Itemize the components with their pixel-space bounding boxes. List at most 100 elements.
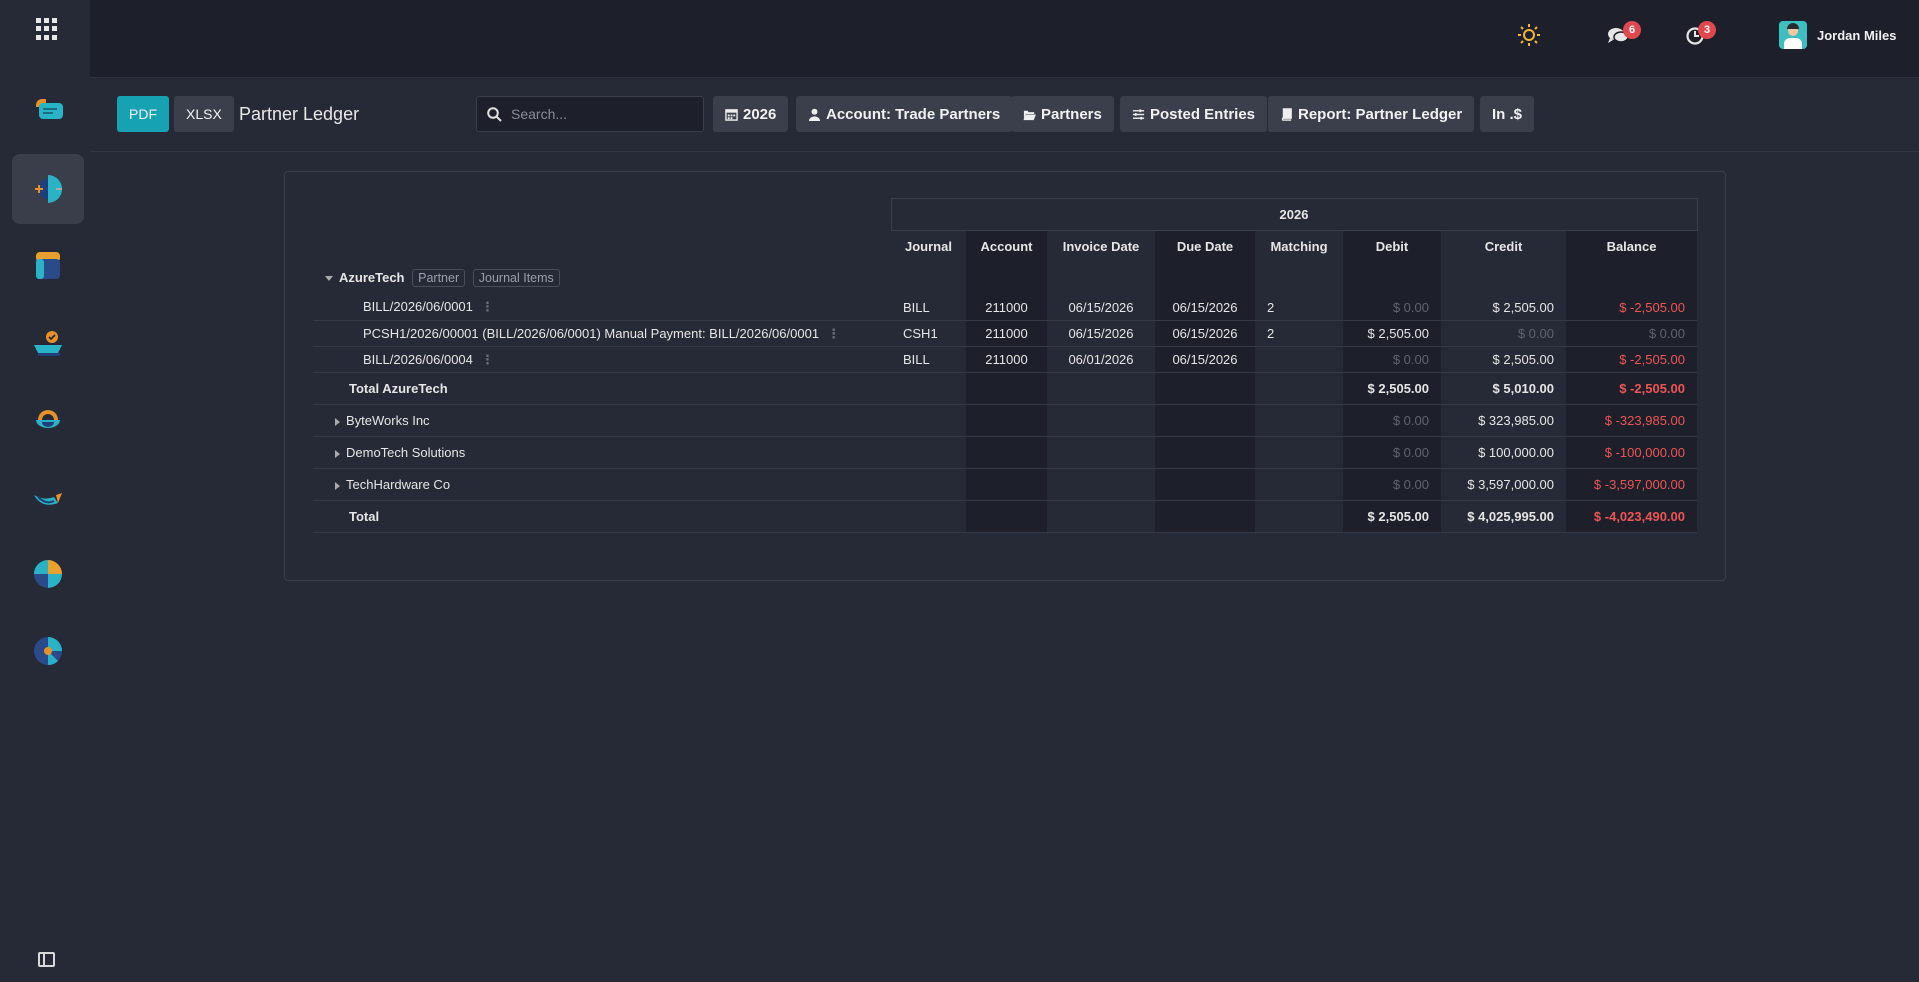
- line-debit: $ 0.00: [1343, 294, 1441, 321]
- line-due-date: 06/15/2026: [1155, 294, 1255, 321]
- user-menu[interactable]: Jordan Miles: [1779, 21, 1896, 49]
- line-options-icon[interactable]: ⋮: [481, 352, 494, 367]
- partner-debit: $ 0.00: [1343, 468, 1441, 501]
- messages-chat-icon[interactable]: 6: [1607, 21, 1641, 50]
- line-invoice-date: 06/01/2026: [1047, 346, 1155, 373]
- year-header: 2026: [890, 198, 1698, 231]
- line-invoice-date: 06/15/2026: [1047, 294, 1155, 321]
- filter-posted-entries-button[interactable]: Posted Entries: [1120, 96, 1268, 132]
- table-row[interactable]: BILL/2026/06/0001 ⋮ BILL 211000 06/15/202…: [313, 294, 1697, 321]
- group-name: AzureTech: [339, 269, 405, 285]
- filter-report-button[interactable]: Report: Partner Ledger: [1268, 96, 1475, 132]
- line-account: 211000: [966, 346, 1047, 373]
- pdf-export-button[interactable]: PDF: [117, 96, 169, 132]
- theme-toggle-sun-icon[interactable]: [1518, 24, 1540, 51]
- partner-credit: $ 3,597,000.00: [1441, 468, 1566, 501]
- line-label[interactable]: BILL/2026/06/0004: [363, 352, 473, 367]
- filter-date-button[interactable]: 2026: [713, 96, 789, 132]
- col-account: Account: [966, 230, 1047, 295]
- sidebar-app-payments[interactable]: [12, 462, 84, 532]
- group-total-debit: $ 2,505.00: [1343, 372, 1441, 405]
- folder-open-icon: [1023, 110, 1036, 120]
- user-icon: [808, 108, 821, 121]
- table-row[interactable]: BILL/2026/06/0004 ⋮ BILL 211000 06/01/202…: [313, 346, 1697, 373]
- line-balance: $ 0.00: [1566, 320, 1697, 347]
- line-label[interactable]: PCSH1/2026/00001 (BILL/2026/06/0001) Man…: [363, 326, 819, 341]
- apps-menu-icon[interactable]: [36, 18, 58, 40]
- line-matching: [1255, 346, 1343, 373]
- grand-total-credit: $ 4,025,995.00: [1441, 500, 1566, 533]
- col-credit: Credit: [1484, 239, 1523, 254]
- line-credit: $ 0.00: [1441, 320, 1566, 347]
- line-due-date: 06/15/2026: [1155, 320, 1255, 347]
- partner-tag[interactable]: Partner: [412, 268, 466, 287]
- line-journal: CSH1: [891, 320, 966, 347]
- filter-partners-button[interactable]: Partners: [1011, 96, 1114, 132]
- line-balance: $ -2,505.00: [1566, 294, 1697, 321]
- partner-credit: $ 100,000.00: [1441, 436, 1566, 469]
- sidebar-collapse-icon[interactable]: [38, 952, 55, 967]
- line-account: 211000: [966, 320, 1047, 347]
- partner-row[interactable]: ByteWorks Inc $ 0.00 $ 323,985.00 $ -323…: [313, 404, 1697, 437]
- col-due-date: Due Date: [1155, 230, 1255, 295]
- line-label[interactable]: BILL/2026/06/0001: [363, 299, 473, 314]
- partner-row[interactable]: DemoTech Solutions $ 0.00 $ 100,000.00 $…: [313, 436, 1697, 469]
- line-debit: $ 2,505.00: [1343, 320, 1441, 347]
- partner-balance: $ -3,597,000.00: [1566, 468, 1697, 501]
- line-options-icon[interactable]: ⋮: [481, 299, 494, 314]
- messages-count-badge: 6: [1623, 21, 1641, 39]
- col-matching: Matching: [1270, 239, 1328, 254]
- grand-total-debit: $ 2,505.00: [1343, 500, 1441, 533]
- activities-clock-icon[interactable]: 3: [1686, 21, 1716, 50]
- sidebar-app-accounting[interactable]: [12, 154, 84, 224]
- collapse-caret-icon[interactable]: [325, 275, 333, 281]
- sidebar-app-reports[interactable]: [12, 616, 84, 686]
- partner-name[interactable]: DemoTech Solutions: [346, 445, 465, 460]
- col-debit: Debit: [1343, 230, 1441, 295]
- grand-total-label: Total: [313, 500, 891, 533]
- line-options-icon[interactable]: ⋮: [827, 326, 840, 341]
- sidebar-app-sales[interactable]: [12, 231, 84, 301]
- sidebar-app-purchase[interactable]: [12, 308, 84, 378]
- col-journal: Journal: [905, 239, 952, 254]
- app-sidebar: [0, 0, 90, 982]
- expand-caret-icon[interactable]: [335, 449, 340, 458]
- partner-debit: $ 0.00: [1343, 404, 1441, 437]
- payments-app-icon: [34, 493, 62, 505]
- partner-name[interactable]: ByteWorks Inc: [346, 413, 430, 428]
- journal-items-tag[interactable]: Journal Items: [472, 268, 560, 287]
- filter-account-label: Account: Trade Partners: [826, 105, 1001, 123]
- partner-credit: $ 323,985.00: [1441, 404, 1566, 437]
- filter-account-button[interactable]: Account: Trade Partners: [796, 96, 1013, 132]
- search-icon: [487, 106, 502, 122]
- accounting-app-icon: [35, 175, 62, 203]
- line-credit: $ 2,505.00: [1441, 294, 1566, 321]
- grand-total-row: Total $ 2,505.00 $ 4,025,995.00 $ -4,023…: [313, 500, 1697, 533]
- line-balance: $ -2,505.00: [1566, 346, 1697, 373]
- expand-caret-icon[interactable]: [335, 417, 340, 426]
- sales-app-icon: [36, 252, 60, 279]
- sliders-icon: [1132, 108, 1145, 120]
- user-avatar: [1779, 21, 1807, 49]
- filter-currency-button[interactable]: In .$: [1480, 96, 1535, 132]
- sidebar-app-discuss[interactable]: [12, 76, 84, 146]
- sidebar-app-contacts[interactable]: [12, 385, 84, 455]
- reports-app-icon: [34, 637, 62, 666]
- partner-row[interactable]: TechHardware Co $ 0.00 $ 3,597,000.00 $ …: [313, 468, 1697, 501]
- dashboards-app-icon: [34, 560, 62, 588]
- contacts-app-icon: [36, 410, 60, 428]
- filter-date-label: 2026: [743, 105, 777, 123]
- xlsx-export-button[interactable]: XLSX: [174, 96, 234, 132]
- group-total-label: Total AzureTech: [313, 372, 891, 405]
- report-card: 2026 AzureTech Partner Journal Items Jou…: [284, 171, 1726, 581]
- partner-debit: $ 0.00: [1343, 436, 1441, 469]
- purchase-app-icon: [34, 331, 62, 356]
- group-total-balance: $ -2,505.00: [1566, 372, 1697, 405]
- line-debit: $ 0.00: [1343, 346, 1441, 373]
- search-box[interactable]: [476, 96, 704, 132]
- search-input[interactable]: [511, 106, 691, 122]
- partner-name[interactable]: TechHardware Co: [346, 477, 450, 492]
- expand-caret-icon[interactable]: [335, 481, 340, 490]
- table-row[interactable]: PCSH1/2026/00001 (BILL/2026/06/0001) Man…: [313, 320, 1697, 347]
- sidebar-app-dashboards[interactable]: [12, 539, 84, 609]
